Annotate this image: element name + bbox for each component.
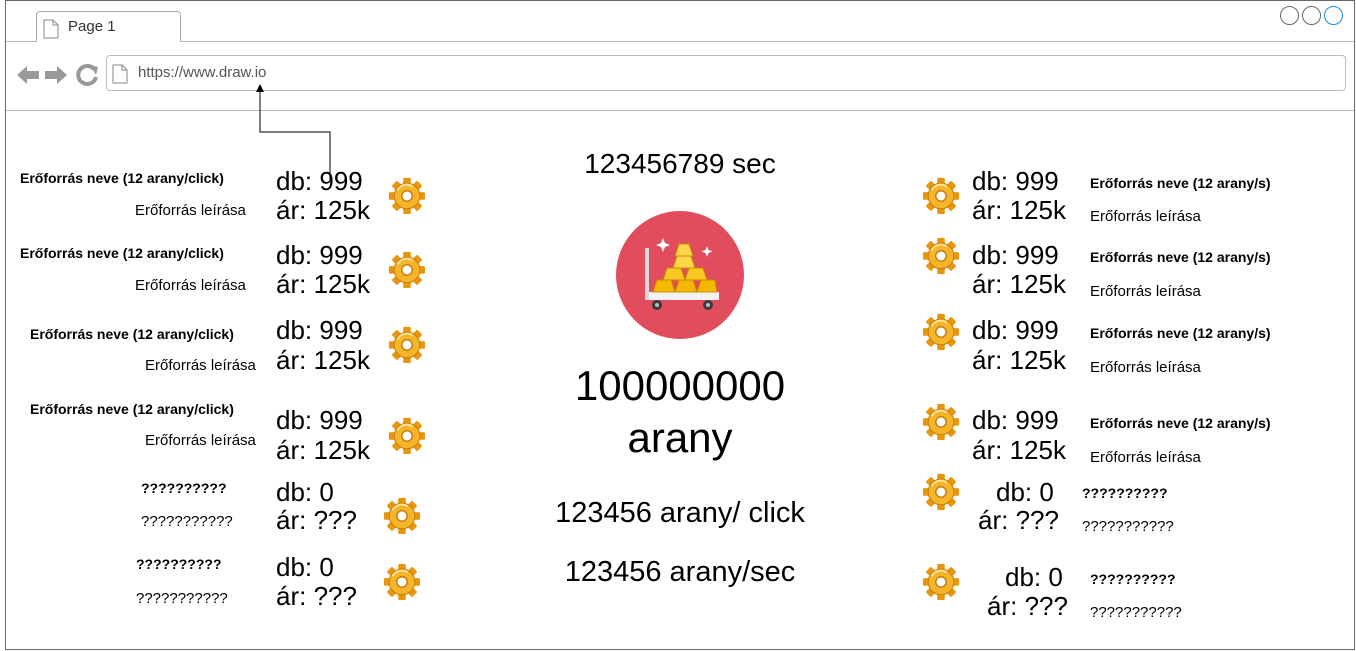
gear-icon[interactable] bbox=[388, 324, 426, 364]
gear-icon[interactable] bbox=[922, 175, 960, 215]
gold-cart-icon[interactable] bbox=[615, 210, 745, 340]
resource-count: db: 999 bbox=[972, 405, 1059, 435]
gold-unit: arany bbox=[627, 414, 733, 461]
resource-count: db: 999 bbox=[276, 166, 363, 196]
gold-per-click: 123456 arany/ click bbox=[555, 497, 805, 529]
document-icon bbox=[43, 19, 59, 39]
elapsed-time: 123456789 sec bbox=[584, 148, 776, 179]
gear-icon[interactable] bbox=[922, 235, 960, 275]
gear-icon[interactable] bbox=[922, 311, 960, 351]
resource-price: ár: 125k bbox=[972, 345, 1066, 375]
gear-icon[interactable] bbox=[922, 561, 960, 601]
resource-name: Erőforrás neve (12 arany/click) bbox=[20, 245, 224, 261]
resource-name: Erőforrás neve (12 arany/click) bbox=[20, 170, 224, 186]
resource-description: Erőforrás leírása bbox=[135, 277, 246, 294]
resource-description: Erőforrás leírása bbox=[1090, 449, 1201, 466]
gear-icon[interactable] bbox=[383, 495, 421, 535]
resource-description: ??????????? bbox=[1082, 518, 1174, 535]
tab-bar: Page 1 bbox=[6, 1, 1354, 42]
gear-icon[interactable] bbox=[388, 249, 426, 289]
resource-count: db: 999 bbox=[972, 315, 1059, 345]
resource-price: ár: 125k bbox=[276, 195, 370, 225]
resource-description: Erőforrás leírása bbox=[135, 202, 246, 219]
resource-count: db: 999 bbox=[276, 405, 363, 435]
maximize-button[interactable] bbox=[1302, 6, 1321, 25]
resource-count: db: 0 bbox=[276, 552, 334, 582]
gold-per-second: 123456 arany/sec bbox=[564, 556, 796, 588]
gear-icon[interactable] bbox=[922, 401, 960, 441]
resource-count: db: 999 bbox=[972, 166, 1059, 196]
resource-count: db: 999 bbox=[276, 315, 363, 345]
resource-price: ár: ??? bbox=[978, 505, 1059, 535]
gear-icon[interactable] bbox=[388, 415, 426, 455]
resource-description: ??????????? bbox=[141, 513, 233, 530]
gold-amount: 100000000 bbox=[574, 362, 786, 409]
resource-description: Erőforrás leírása bbox=[145, 357, 256, 374]
url-text: https://www.draw.io bbox=[138, 64, 267, 81]
resource-description: ??????????? bbox=[136, 590, 228, 607]
resource-price: ár: ??? bbox=[276, 581, 357, 611]
resource-name: Erőforrás neve (12 arany/s) bbox=[1090, 415, 1271, 431]
resource-price: ár: 125k bbox=[276, 345, 370, 375]
resource-name: ?????????? bbox=[136, 556, 222, 572]
resource-name: ?????????? bbox=[1082, 485, 1168, 501]
resource-description: ??????????? bbox=[1090, 604, 1182, 621]
resource-name: Erőforrás neve (12 arany/s) bbox=[1090, 325, 1271, 341]
resource-count: db: 0 bbox=[276, 477, 334, 507]
resource-count: db: 0 bbox=[1005, 562, 1063, 592]
browser-toolbar: https://www.draw.io bbox=[6, 42, 1354, 111]
resource-name: Erőforrás neve (12 arany/click) bbox=[30, 326, 234, 342]
resource-price: ár: 125k bbox=[276, 269, 370, 299]
resource-count: db: 999 bbox=[972, 240, 1059, 270]
resource-name: Erőforrás neve (12 arany/s) bbox=[1090, 175, 1271, 191]
resource-name: ?????????? bbox=[141, 480, 227, 496]
back-arrow-icon[interactable] bbox=[16, 64, 40, 86]
resource-count: db: 0 bbox=[996, 477, 1054, 507]
reload-icon[interactable] bbox=[76, 64, 100, 86]
gear-icon[interactable] bbox=[383, 561, 421, 601]
resource-price: ár: 125k bbox=[276, 435, 370, 465]
gear-icon[interactable] bbox=[388, 175, 426, 215]
page-icon bbox=[112, 64, 128, 84]
resource-description: Erőforrás leírása bbox=[145, 432, 256, 449]
tab-page-1[interactable]: Page 1 bbox=[36, 11, 181, 42]
resource-price: ár: 125k bbox=[972, 435, 1066, 465]
resource-price: ár: ??? bbox=[987, 591, 1068, 621]
close-button[interactable] bbox=[1324, 6, 1343, 25]
resource-description: Erőforrás leírása bbox=[1090, 359, 1201, 376]
resource-price: ár: 125k bbox=[972, 195, 1066, 225]
resource-description: Erőforrás leírása bbox=[1090, 283, 1201, 300]
gear-icon[interactable] bbox=[922, 471, 960, 511]
resource-name: Erőforrás neve (12 arany/click) bbox=[30, 401, 234, 417]
forward-arrow-icon[interactable] bbox=[44, 64, 68, 86]
minimize-button[interactable] bbox=[1280, 6, 1299, 25]
resource-name: Erőforrás neve (12 arany/s) bbox=[1090, 249, 1271, 265]
tab-label: Page 1 bbox=[68, 18, 116, 35]
resource-description: Erőforrás leírása bbox=[1090, 208, 1201, 225]
resource-count: db: 999 bbox=[276, 240, 363, 270]
resource-name: ?????????? bbox=[1090, 571, 1176, 587]
resource-price: ár: ??? bbox=[276, 505, 357, 535]
resource-price: ár: 125k bbox=[972, 269, 1066, 299]
